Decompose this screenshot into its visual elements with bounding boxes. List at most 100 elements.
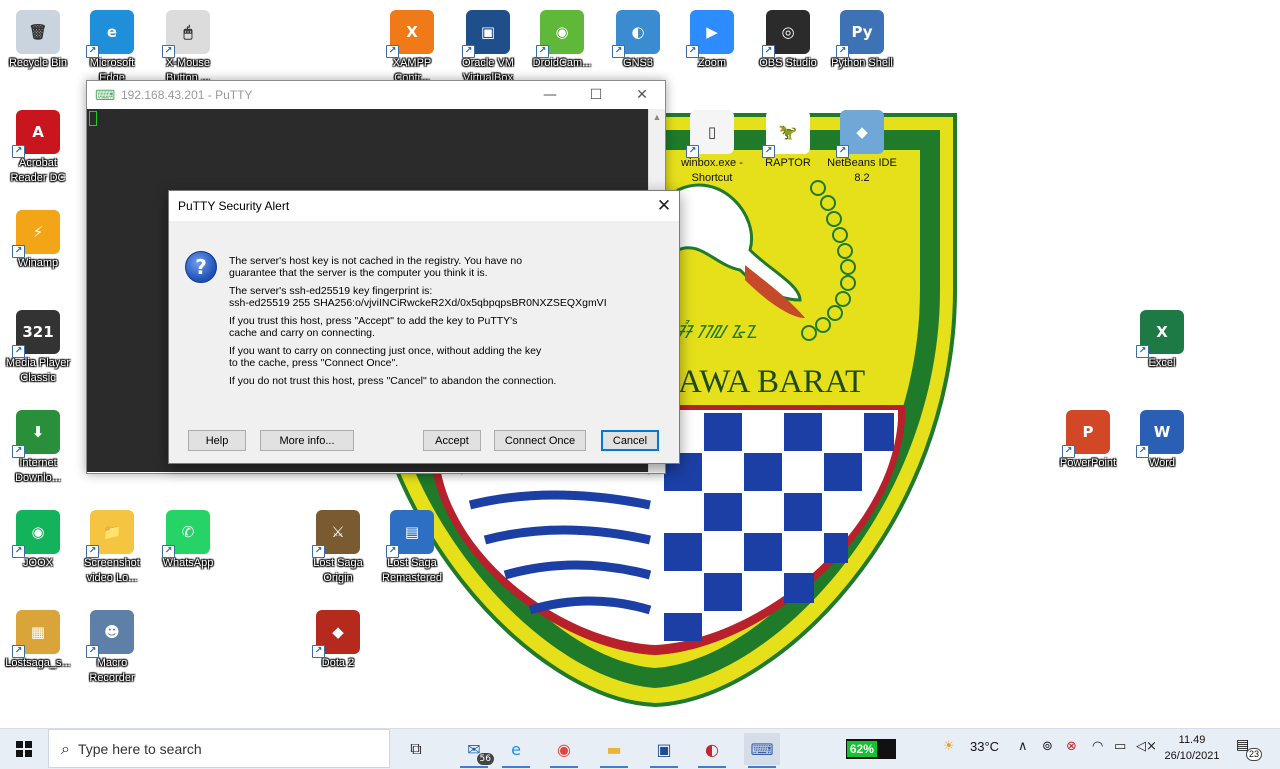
shortcut-arrow-icon: ↗ [612, 45, 625, 58]
desktop-icon-winbox[interactable]: ▯ ↗ winbox.exe - Shortcut [674, 104, 750, 186]
taskbar-gns3-icon[interactable]: ◐ [694, 733, 730, 768]
alert-title: PuTTY Security Alert [178, 199, 290, 213]
shortcut-arrow-icon: ↗ [762, 145, 775, 158]
desktop: ᮞᮤ ᮊᮜ ᮅᮔ AWA BARAT 🗑 Recycle Bin e ↗ Microso… [0, 0, 1280, 728]
desktop-icon-acrobat[interactable]: A ↗ Acrobat Reader DC [0, 104, 76, 186]
desktop-icon-gns3[interactable]: ◐ ↗ GNS3 [600, 4, 676, 71]
desktop-icon-raptor[interactable]: 🦖 ↗ RAPTOR [750, 104, 826, 171]
desktop-icon-screenshot-folder[interactable]: 📁 ↗ Screenshot video Lo... [74, 504, 150, 586]
maximize-button[interactable]: ☐ [573, 81, 619, 109]
joox-icon: ◉ ↗ [12, 510, 60, 558]
alert-paragraph: If you do not trust this host, press "Ca… [229, 375, 557, 387]
close-button[interactable]: ✕ [619, 81, 665, 109]
desktop-icon-lostsaga-origin[interactable]: ⚔ ↗ Lost Saga Origin [300, 504, 376, 586]
notification-center-icon[interactable]: ▤ 23 [1236, 737, 1262, 761]
winamp-icon: ⚡ ↗ [12, 210, 60, 258]
desktop-icon-microsoft-edge[interactable]: e ↗ Microsoft Edge [74, 4, 150, 86]
lostsaga-origin-icon: ⚔ ↗ [312, 510, 360, 558]
desktop-icon-excel[interactable]: X ↗ Excel [1124, 304, 1200, 371]
weather-icon[interactable]: ☀ [943, 739, 955, 754]
weather-temp[interactable]: 33°C [970, 739, 999, 754]
obs-icon: ◎ ↗ [762, 10, 810, 58]
desktop-icon-whatsapp[interactable]: ✆ ↗ WhatsApp [150, 504, 226, 571]
accept-button[interactable]: Accept [423, 430, 481, 451]
scroll-up-icon[interactable]: ▲ [649, 109, 665, 125]
desktop-icon-lostsaga-s[interactable]: ▦ ↗ Lostsaga_s... [0, 604, 76, 671]
alert-close-button[interactable]: ✕ [649, 191, 679, 221]
alert-titlebar[interactable]: PuTTY Security Alert ✕ [169, 191, 679, 221]
search-placeholder: Type here to search [77, 740, 202, 757]
security-alert-dialog[interactable]: PuTTY Security Alert ✕ ? The server's ho… [168, 190, 680, 464]
desktop-icon-recycle-bin[interactable]: 🗑 Recycle Bin [0, 4, 76, 71]
shortcut-arrow-icon: ↗ [386, 45, 399, 58]
desktop-icon-joox[interactable]: ◉ ↗ JOOX [0, 504, 76, 571]
taskbar-putty-icon[interactable]: ⌨ [744, 733, 780, 768]
minimize-button[interactable]: — [527, 81, 573, 109]
acrobat-icon: A ↗ [12, 110, 60, 158]
taskbar-mail-icon[interactable]: ✉ 56 [456, 733, 494, 768]
wifi-icon[interactable]: ◠ [1092, 739, 1103, 754]
alert-paragraph: The server's host key is not cached in t… [229, 255, 523, 279]
shortcut-arrow-icon: ↗ [162, 45, 175, 58]
desktop-icon-xampp[interactable]: X ↗ XAMPP Contr... [374, 4, 450, 86]
desktop-icon-python-shell[interactable]: Py ↗ Python Shell [824, 4, 900, 71]
desktop-icon-word[interactable]: W ↗ Word [1124, 404, 1200, 471]
word-icon: W ↗ [1136, 410, 1184, 458]
desktop-icon-idm[interactable]: ⬇ ↗ Internet Downlo... [0, 404, 76, 486]
search-box[interactable]: ⌕ Type here to search [48, 729, 390, 768]
raptor-icon: 🦖 ↗ [762, 110, 810, 158]
cancel-button[interactable]: Cancel [601, 430, 659, 451]
desktop-icon-winamp[interactable]: ⚡ ↗ Winamp [0, 204, 76, 271]
emblem-motto: ᮞᮤ ᮊᮜ ᮅᮔ [676, 319, 757, 343]
desktop-icon-label: winbox.exe - Shortcut [681, 157, 743, 184]
microsoft-edge-icon: e ↗ [86, 10, 134, 58]
tray-status-icon[interactable]: ⊗ [1066, 739, 1077, 754]
shortcut-arrow-icon: ↗ [836, 145, 849, 158]
desktop-icon-droidcam[interactable]: ◉ ↗ DroidCam... [524, 4, 600, 71]
taskbar-task-view-icon[interactable]: ⧉ [398, 733, 434, 765]
shortcut-arrow-icon: ↗ [12, 245, 25, 258]
mail-badge: 56 [476, 753, 494, 765]
shortcut-arrow-icon: ↗ [12, 345, 25, 358]
wallpaper-text: AWA BARAT [678, 364, 865, 400]
desktop-icon-dota2[interactable]: ◆ ↗ Dota 2 [300, 604, 376, 671]
desktop-icon-label: NetBeans IDE 8.2 [827, 157, 897, 184]
taskbar-chrome-icon[interactable]: ◉ [546, 733, 582, 768]
taskbar-file-explorer-icon[interactable]: ▬ [596, 733, 632, 768]
shortcut-arrow-icon: ↗ [686, 145, 699, 158]
start-button[interactable] [0, 729, 48, 769]
desktop-icon-label: Zoom [697, 57, 727, 69]
desktop-icon-label: Dota 2 [321, 657, 355, 669]
taskbar-virtualbox-icon[interactable]: ▣ [646, 733, 682, 768]
desktop-icon-mpc[interactable]: 321 ↗ Media Player Classic [0, 304, 76, 386]
tray-app-icon[interactable]: ⊚ [1042, 739, 1053, 754]
desktop-icon-label: DroidCam... [532, 57, 592, 69]
desktop-icon-powerpoint[interactable]: P ↗ PowerPoint [1050, 404, 1126, 471]
desktop-icon-netbeans[interactable]: ◆ ↗ NetBeans IDE 8.2 [824, 104, 900, 186]
taskbar-edge-icon[interactable]: e [498, 733, 534, 768]
desktop-icon-lostsaga-remastered[interactable]: ▤ ↗ Lost Saga Remastered [374, 504, 450, 586]
shortcut-arrow-icon: ↗ [462, 45, 475, 58]
battery-fill: 62% [847, 741, 877, 757]
help-button[interactable]: Help [188, 430, 246, 451]
desktop-icon-obs[interactable]: ◎ ↗ OBS Studio [750, 4, 826, 71]
shortcut-arrow-icon: ↗ [836, 45, 849, 58]
shortcut-arrow-icon: ↗ [762, 45, 775, 58]
desktop-icon-macro-recorder[interactable]: ☻ ↗ Macro Recorder [74, 604, 150, 686]
connect-once-button[interactable]: Connect Once [494, 430, 586, 451]
battery-widget[interactable]: 62% [846, 739, 896, 759]
clock[interactable]: 11.49 26/10/2021 [1156, 732, 1228, 764]
desktop-icon-virtualbox[interactable]: ▣ ↗ Oracle VM VirtualBox [450, 4, 526, 86]
desktop-icon-x-mouse[interactable]: 🖱 ↗ X-Mouse Button ... [150, 4, 226, 86]
notification-count: 23 [1245, 748, 1262, 761]
shortcut-arrow-icon: ↗ [386, 545, 399, 558]
gns3-icon: ◐ ↗ [612, 10, 660, 58]
desktop-icon-zoom[interactable]: ▶ ↗ Zoom [674, 4, 750, 71]
show-hidden-icons-icon[interactable]: ∧ [1018, 739, 1028, 754]
putty-titlebar[interactable]: ⌨ 192.168.43.201 - PuTTY — ☐ ✕ [87, 81, 665, 109]
battery-tray-icon[interactable]: ▭ [1114, 739, 1126, 754]
alert-paragraph: If you want to carry on connecting just … [229, 345, 542, 369]
more-info-button[interactable]: More info... [260, 430, 354, 451]
volume-muted-icon[interactable]: ◁× [1136, 739, 1157, 754]
desktop-icon-label: Word [1148, 457, 1176, 469]
